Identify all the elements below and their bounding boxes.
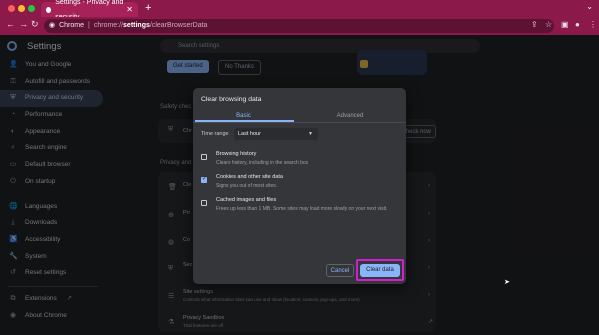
time-range-select[interactable]: Last hour ▼ [234,128,318,140]
dialog-title: Clear browsing data [201,96,262,103]
reload-icon[interactable]: ↻ [31,19,39,30]
checkbox[interactable] [201,200,207,206]
maximize-window-button[interactable] [28,5,35,12]
omnibox-label: Chrome [59,22,85,29]
browser-tab[interactable]: Settings - Privacy and security ✕ [41,0,138,21]
option-description: Frees up less than 1 MB. Some sites may … [216,206,388,212]
checkbox[interactable] [201,154,207,160]
option-title: Cached images and files [216,197,277,203]
profile-icon[interactable]: ● [575,20,580,29]
omnibox-separator: | [88,22,90,29]
bookmark-star-icon[interactable]: ☆ [545,20,552,29]
option-title: Cookies and other site data [216,174,283,180]
menu-dots-icon[interactable]: ⋮ [589,20,597,29]
mouse-cursor-icon: ➤ [504,279,510,286]
tab-divider [193,122,406,123]
clear-data-button[interactable]: Clear data [360,264,400,277]
cancel-button[interactable]: Cancel [326,264,354,277]
share-icon[interactable]: ⇪ [531,20,538,29]
dropdown-caret-icon: ▼ [308,131,313,137]
side-panel-icon[interactable]: ▣ [561,20,569,29]
back-arrow-icon[interactable]: ← [6,19,15,29]
clear-browsing-data-dialog: Clear browsing data Basic Advanced Time … [193,88,406,284]
title-bar: Settings - Privacy and security ✕ + ⌄ [0,0,599,21]
browser-toolbar: ← → ↻ ◉ Chrome | chrome://settings/clear… [0,17,599,35]
time-range-label: Time range [201,131,229,137]
url-text: chrome://settings/clearBrowserData [93,22,208,29]
new-tab-button[interactable]: + [145,2,151,15]
option-title: Browsing history [216,151,257,157]
minimize-window-button[interactable] [18,5,25,12]
tab-close-icon[interactable]: ✕ [126,2,133,17]
address-bar[interactable]: ◉ Chrome | chrome://settings/clearBrowse… [44,19,554,33]
checkbox-checked[interactable] [201,175,207,183]
option-description: Clears history, including in the search … [216,160,309,166]
option-description: Signs you out of most sites. [216,183,278,189]
forward-arrow-icon[interactable]: → [19,19,28,29]
close-window-button[interactable] [8,5,15,12]
time-range-value: Last hour [238,131,261,137]
chrome-site-icon: ◉ [49,22,56,29]
tab-search-chevron-icon[interactable]: ⌄ [586,2,593,11]
settings-favicon-icon [46,6,52,13]
